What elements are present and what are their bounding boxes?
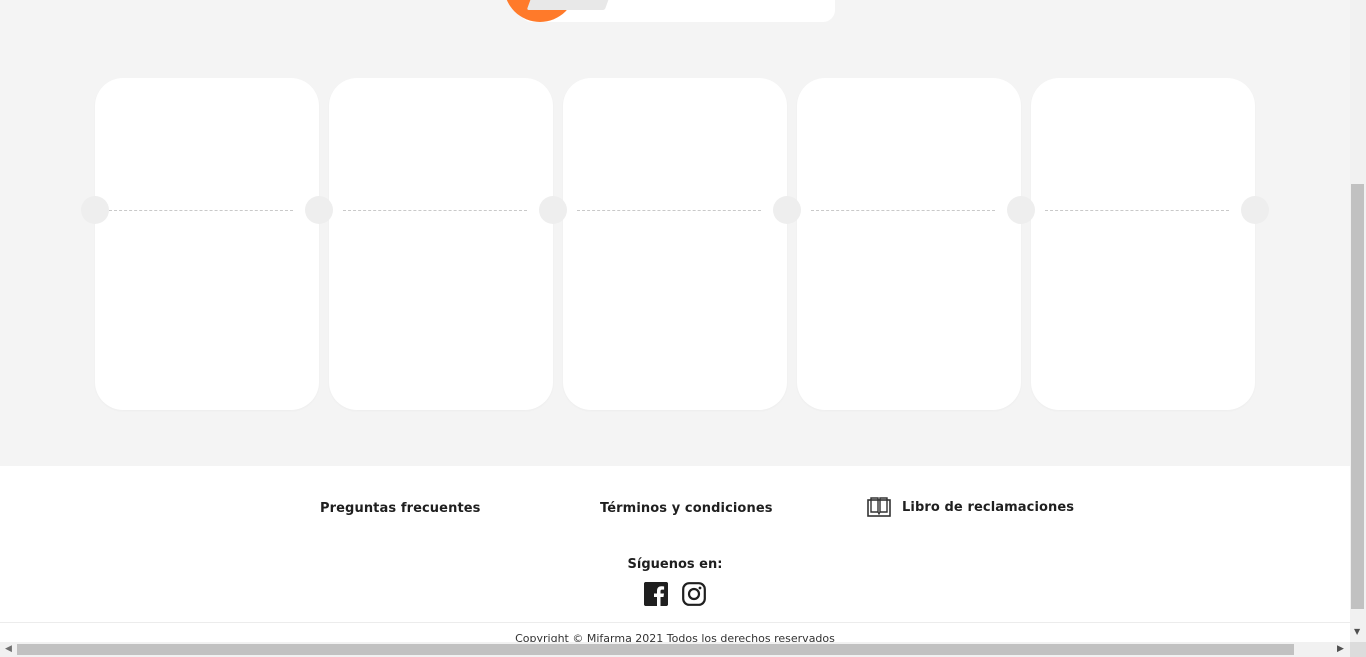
instagram-icon[interactable] bbox=[682, 582, 706, 606]
coupon-notch bbox=[539, 196, 567, 224]
coupon-card-placeholder bbox=[797, 78, 1021, 410]
coupon-card-placeholder bbox=[95, 78, 319, 410]
site-footer: Preguntas frecuentes Términos y condicio… bbox=[0, 466, 1350, 642]
book-icon[interactable] bbox=[867, 497, 891, 517]
coupon-perforation bbox=[1045, 210, 1229, 211]
page-content: Preguntas frecuentes Términos y condicio… bbox=[0, 0, 1350, 642]
horizontal-scroll-thumb[interactable] bbox=[17, 644, 1294, 655]
faq-link[interactable]: Preguntas frecuentes bbox=[320, 501, 481, 516]
scrollbar-corner bbox=[1350, 642, 1366, 657]
complaints-book-link[interactable]: Libro de reclamaciones bbox=[902, 500, 1074, 515]
horizontal-scrollbar[interactable]: ◀ ▶ bbox=[0, 642, 1350, 657]
footer-divider bbox=[0, 622, 1350, 623]
scroll-right-arrow-icon[interactable]: ▶ bbox=[1337, 644, 1344, 654]
scroll-down-arrow-icon[interactable]: ▼ bbox=[1354, 627, 1360, 636]
coupon-card-placeholder bbox=[1031, 78, 1255, 410]
coupon-card-placeholder bbox=[563, 78, 787, 410]
coupon-notch bbox=[1241, 196, 1269, 224]
facebook-icon[interactable] bbox=[644, 582, 668, 606]
coupon-notch bbox=[305, 196, 333, 224]
coupon-perforation bbox=[343, 210, 527, 211]
coupon-notch bbox=[1007, 196, 1035, 224]
coupon-perforation bbox=[811, 210, 995, 211]
follow-us-label: Síguenos en: bbox=[627, 557, 723, 572]
scroll-left-arrow-icon[interactable]: ◀ bbox=[5, 644, 12, 654]
coupon-notch bbox=[773, 196, 801, 224]
terms-link[interactable]: Términos y condiciones bbox=[600, 501, 773, 516]
vertical-scroll-thumb[interactable] bbox=[1351, 184, 1364, 609]
copyright-text: Copyright © Mifarma 2021 Todos los derec… bbox=[515, 632, 835, 642]
promo-banner-image bbox=[526, 0, 612, 10]
coupon-card-placeholder bbox=[329, 78, 553, 410]
coupon-perforation bbox=[577, 210, 761, 211]
coupon-perforation bbox=[109, 210, 293, 211]
vertical-scrollbar[interactable]: ▼ bbox=[1350, 0, 1366, 642]
coupon-notch bbox=[81, 196, 109, 224]
